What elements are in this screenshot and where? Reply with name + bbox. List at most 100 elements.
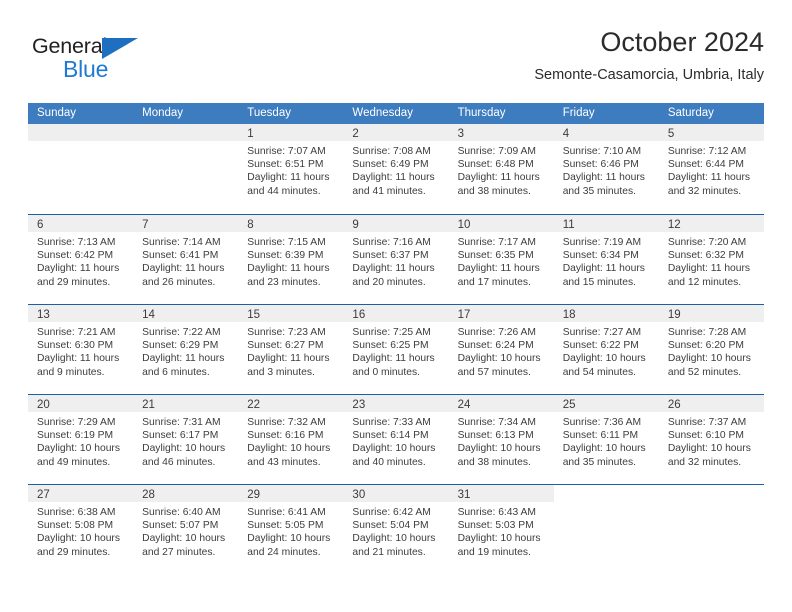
daylight-text-line1: Daylight: 10 hours <box>142 533 226 545</box>
day-cell-5[interactable]: 5 Sunrise: 7:12 AM Sunset: 6:44 PM Daylight… <box>658 124 764 214</box>
day-number: 5 <box>667 128 675 140</box>
title-block: October 2024 Semonte-Casamorcia, Umbria,… <box>534 26 764 85</box>
day-cell-26[interactable]: 26 Sunrise: 7:37 AM Sunset: 6:10 PM Dayligh… <box>658 395 764 484</box>
day-number-band: 26 <box>658 395 764 412</box>
day-info: Sunrise: 7:37 AM Sunset: 6:10 PM Daylight:… <box>659 412 764 469</box>
day-cell-empty <box>554 485 659 574</box>
day-number-band: 15 <box>238 305 344 322</box>
day-number-band: 16 <box>343 305 449 322</box>
day-cell-23[interactable]: 23 Sunrise: 7:33 AM Sunset: 6:14 PM Dayligh… <box>343 395 449 484</box>
day-number-band: 22 <box>238 395 344 412</box>
day-cell-8[interactable]: 8 Sunrise: 7:15 AM Sunset: 6:39 PM Daylight… <box>238 215 344 304</box>
calendar-week-row: 6 Sunrise: 7:13 AM Sunset: 6:42 PM Daylight… <box>28 214 764 304</box>
day-cell-28[interactable]: 28 Sunrise: 6:40 AM Sunset: 5:07 PM Dayligh… <box>133 485 239 574</box>
sunrise-text: Sunrise: 6:41 AM <box>247 507 326 518</box>
day-cell-18[interactable]: 18 Sunrise: 7:27 AM Sunset: 6:22 PM Dayligh… <box>553 305 659 394</box>
daylight-text-line2: and 49 minutes. <box>37 456 111 468</box>
daylight-text-line1: Daylight: 11 hours <box>37 263 120 275</box>
daylight-text-line2: and 40 minutes. <box>352 456 426 468</box>
day-cell-2[interactable]: 2 Sunrise: 7:08 AM Sunset: 6:49 PM Daylight… <box>343 124 449 214</box>
sunset-text: Sunset: 6:46 PM <box>562 159 639 171</box>
day-info: Sunrise: 7:34 AM Sunset: 6:13 PM Daylight:… <box>449 412 554 469</box>
day-number: 27 <box>37 489 50 501</box>
day-cell-17[interactable]: 17 Sunrise: 7:26 AM Sunset: 6:24 PM Dayligh… <box>448 305 554 394</box>
day-number: 7 <box>142 219 149 231</box>
sunset-text: Sunset: 6:41 PM <box>142 250 219 262</box>
day-cell-empty <box>28 124 134 214</box>
day-cell-22[interactable]: 22 Sunrise: 7:32 AM Sunset: 6:16 PM Dayligh… <box>238 395 344 484</box>
day-cell-31[interactable]: 31 Sunrise: 6:43 AM Sunset: 5:03 PM Dayligh… <box>448 485 554 574</box>
day-info: Sunrise: 7:29 AM Sunset: 6:19 PM Daylight:… <box>28 412 133 469</box>
daylight-text-line1: Daylight: 11 hours <box>247 353 330 365</box>
day-cell-10[interactable]: 10 Sunrise: 7:17 AM Sunset: 6:35 PM Dayligh… <box>448 215 554 304</box>
day-cell-29[interactable]: 29 Sunrise: 6:41 AM Sunset: 5:05 PM Dayligh… <box>238 485 344 574</box>
logo-text-blue: Blue <box>63 56 109 82</box>
day-cell-21[interactable]: 21 Sunrise: 7:31 AM Sunset: 6:17 PM Dayligh… <box>133 395 239 484</box>
day-number-band: 5 <box>658 124 764 141</box>
sunset-text: Sunset: 6:10 PM <box>667 430 744 442</box>
day-number-band: 10 <box>448 215 554 232</box>
day-number: 12 <box>667 219 681 231</box>
day-number-band: 9 <box>343 215 449 232</box>
day-number-band: 1 <box>238 124 344 141</box>
sunrise-text: Sunrise: 7:16 AM <box>352 237 431 248</box>
day-number-band: 18 <box>553 305 659 322</box>
daylight-text-line2: and 12 minutes. <box>667 276 742 288</box>
daylight-text-line2: and 46 minutes. <box>142 456 216 468</box>
daylight-text-line2: and 29 minutes. <box>37 276 111 288</box>
day-number: 20 <box>37 399 50 411</box>
sunrise-text: Sunrise: 7:14 AM <box>142 237 221 248</box>
day-number-band: 31 <box>448 485 554 502</box>
daylight-text-line2: and 35 minutes. <box>562 185 636 197</box>
day-cell-4[interactable]: 4 Sunrise: 7:10 AM Sunset: 6:46 PM Daylight… <box>553 124 659 214</box>
day-number: 2 <box>352 128 359 140</box>
daylight-text-line1: Daylight: 10 hours <box>562 353 646 365</box>
day-number: 10 <box>457 219 471 231</box>
day-cell-6[interactable]: 6 Sunrise: 7:13 AM Sunset: 6:42 PM Daylight… <box>28 215 134 304</box>
sunrise-text: Sunrise: 7:27 AM <box>562 327 642 338</box>
daylight-text-line2: and 38 minutes. <box>457 185 531 197</box>
day-cell-empty <box>133 124 239 214</box>
day-number: 22 <box>247 399 261 411</box>
day-cell-30[interactable]: 30 Sunrise: 6:42 AM Sunset: 5:04 PM Dayligh… <box>343 485 449 574</box>
sunset-text: Sunset: 6:30 PM <box>37 340 114 352</box>
day-number: 1 <box>247 128 254 140</box>
day-cell-16[interactable]: 16 Sunrise: 7:25 AM Sunset: 6:25 PM Dayligh… <box>343 305 449 394</box>
day-cell-20[interactable]: 20 Sunrise: 7:29 AM Sunset: 6:19 PM Dayligh… <box>28 395 134 484</box>
day-number: 18 <box>562 309 576 321</box>
sunset-text: Sunset: 6:17 PM <box>142 430 219 442</box>
day-number-band: 29 <box>238 485 344 502</box>
day-info: Sunrise: 6:43 AM Sunset: 5:03 PM Daylight:… <box>449 502 554 559</box>
sunrise-text: Sunrise: 6:42 AM <box>352 507 431 518</box>
day-cell-3[interactable]: 3 Sunrise: 7:09 AM Sunset: 6:48 PM Daylight… <box>448 124 554 214</box>
day-cell-9[interactable]: 9 Sunrise: 7:16 AM Sunset: 6:37 PM Daylight… <box>343 215 449 304</box>
day-info: Sunrise: 7:27 AM Sunset: 6:22 PM Daylight:… <box>554 322 659 379</box>
daylight-text-line1: Daylight: 11 hours <box>247 263 330 275</box>
day-cell-13[interactable]: 13 Sunrise: 7:21 AM Sunset: 6:30 PM Dayligh… <box>28 305 134 394</box>
daylight-text-line1: Daylight: 11 hours <box>562 263 645 275</box>
day-cell-1[interactable]: 1 Sunrise: 7:07 AM Sunset: 6:51 PM Daylight… <box>238 124 344 214</box>
sunset-text: Sunset: 5:05 PM <box>247 520 324 532</box>
day-cell-14[interactable]: 14 Sunrise: 7:22 AM Sunset: 6:29 PM Dayligh… <box>133 305 239 394</box>
day-cell-11[interactable]: 11 Sunrise: 7:19 AM Sunset: 6:34 PM Dayligh… <box>553 215 659 304</box>
sunset-text: Sunset: 6:35 PM <box>457 250 534 262</box>
day-cell-12[interactable]: 12 Sunrise: 7:20 AM Sunset: 6:32 PM Dayligh… <box>658 215 764 304</box>
sunset-text: Sunset: 6:29 PM <box>142 340 219 352</box>
day-number-band: 7 <box>133 215 239 232</box>
day-cell-19[interactable]: 19 Sunrise: 7:28 AM Sunset: 6:20 PM Dayligh… <box>658 305 764 394</box>
day-number-band: 2 <box>343 124 449 141</box>
day-cell-7[interactable]: 7 Sunrise: 7:14 AM Sunset: 6:41 PM Daylight… <box>133 215 239 304</box>
day-cell-24[interactable]: 24 Sunrise: 7:34 AM Sunset: 6:13 PM Dayligh… <box>448 395 554 484</box>
day-info: Sunrise: 7:36 AM Sunset: 6:11 PM Daylight:… <box>554 412 659 469</box>
sunset-text: Sunset: 6:16 PM <box>247 430 324 442</box>
sunrise-text: Sunrise: 7:12 AM <box>667 146 747 157</box>
daylight-text-line2: and 32 minutes. <box>667 185 742 197</box>
day-info: Sunrise: 7:17 AM Sunset: 6:35 PM Daylight:… <box>449 232 554 289</box>
daylight-text-line2: and 52 minutes. <box>667 366 742 378</box>
weekday-header-sunday: Sunday <box>37 107 77 119</box>
day-number-band: 4 <box>553 124 659 141</box>
day-cell-25[interactable]: 25 Sunrise: 7:36 AM Sunset: 6:11 PM Dayligh… <box>553 395 659 484</box>
day-cell-15[interactable]: 15 Sunrise: 7:23 AM Sunset: 6:27 PM Dayligh… <box>238 305 344 394</box>
day-cell-27[interactable]: 27 Sunrise: 6:38 AM Sunset: 5:08 PM Dayligh… <box>28 485 134 574</box>
day-info: Sunrise: 6:42 AM Sunset: 5:04 PM Daylight:… <box>343 502 448 559</box>
